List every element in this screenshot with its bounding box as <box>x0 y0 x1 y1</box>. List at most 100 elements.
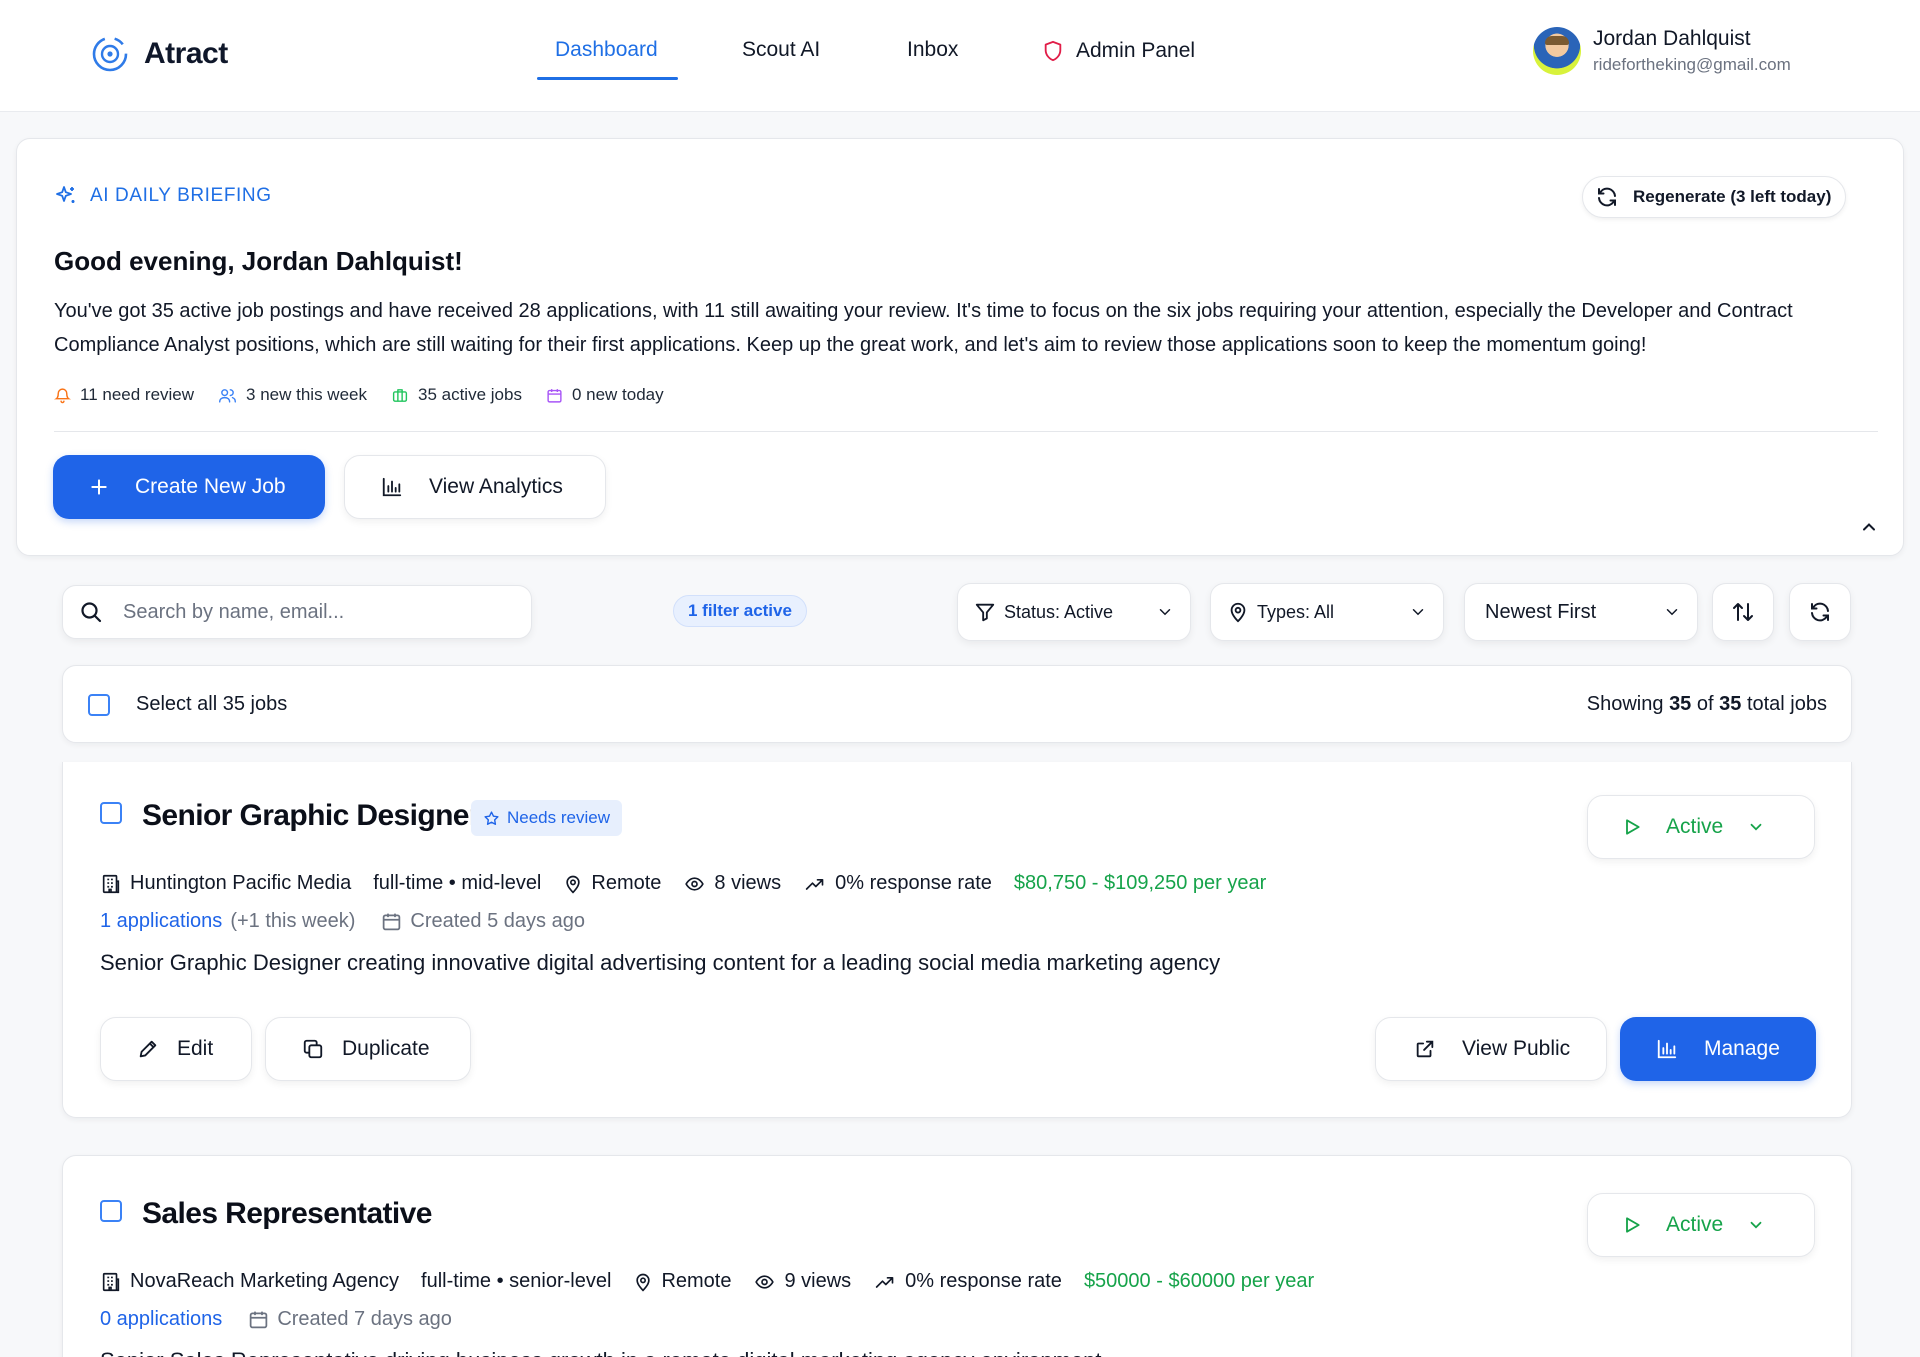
job-views: 8 views <box>683 872 781 895</box>
job-response-rate: 0% response rate <box>803 872 992 895</box>
atract-logo-icon <box>92 36 128 72</box>
user-menu[interactable]: Jordan Dahlquist ridefortheking@gmail.co… <box>1533 27 1791 75</box>
job-card: Sales Representative Active NovaReach Ma… <box>62 1155 1852 1357</box>
job-response-text: 0% response rate <box>905 1270 1062 1292</box>
briefing-divider <box>54 431 1878 432</box>
job-response-rate: 0% response rate <box>873 1270 1062 1293</box>
briefcase-icon <box>392 388 408 402</box>
eye-icon <box>685 876 705 891</box>
calendar-icon <box>250 1311 268 1329</box>
job-company-name: NovaReach Marketing Agency <box>130 1270 400 1292</box>
job-select-checkbox[interactable] <box>100 802 122 824</box>
eye-icon <box>755 1274 775 1289</box>
job-company-name: Huntington Pacific Media <box>130 872 352 894</box>
needs-review-label: Needs review <box>507 808 610 827</box>
job-created: Created 5 days ago <box>410 910 585 932</box>
building-icon <box>102 1272 120 1291</box>
select-all-label: Select all 35 jobs <box>136 693 288 715</box>
job-views-text: 9 views <box>784 1270 852 1292</box>
briefing-summary: You've got 35 active job postings and ha… <box>54 300 1793 356</box>
stat-new-week-text: 3 new this week <box>246 385 367 404</box>
map-pin-icon <box>566 875 581 893</box>
job-title[interactable]: Sales Representative <box>142 1197 432 1231</box>
view-public-button[interactable]: View Public <box>1375 1017 1607 1081</box>
job-company: NovaReach Marketing Agency <box>100 1270 399 1293</box>
job-status-dropdown[interactable]: Active <box>1587 1193 1815 1257</box>
job-applications-link[interactable]: 0 applications <box>100 1308 222 1331</box>
job-meta-row-2: 1 applications (+1 this week) Created 5 … <box>100 910 585 933</box>
job-select-checkbox[interactable] <box>100 1200 122 1222</box>
plus-icon <box>91 479 107 495</box>
brand-name: Atract <box>144 37 228 70</box>
nav-admin-panel[interactable]: Admin Panel <box>1042 39 1195 63</box>
job-salary: $80,750 - $109,250 per year <box>1013 872 1267 894</box>
chevron-down-icon <box>1159 609 1171 616</box>
job-location-text: Remote <box>591 872 662 894</box>
types-filter-dropdown[interactable]: Types: All <box>1210 583 1444 641</box>
users-icon <box>219 388 237 403</box>
job-description: Senior Sales Representative driving busi… <box>100 1348 1102 1357</box>
trending-up-icon <box>805 878 824 890</box>
search-icon <box>81 602 102 623</box>
view-analytics-button[interactable]: View Analytics <box>344 455 606 519</box>
job-views: 9 views <box>753 1270 851 1293</box>
manage-job-button[interactable]: Manage <box>1620 1017 1816 1081</box>
sparkles-icon <box>56 186 75 203</box>
refresh-icon <box>1811 602 1829 622</box>
nav-scout-ai[interactable]: Scout AI <box>742 38 820 62</box>
bar-chart-icon <box>382 477 402 497</box>
status-filter-dropdown[interactable]: Status: Active <box>957 583 1191 641</box>
bar-chart-icon <box>1657 1039 1677 1059</box>
job-created: Created 7 days ago <box>277 1308 452 1330</box>
showing-of: of <box>1696 693 1714 715</box>
edit-job-button[interactable]: Edit <box>100 1017 252 1081</box>
duplicate-job-label: Duplicate <box>342 1037 430 1060</box>
nav-dashboard[interactable]: Dashboard <box>555 38 658 62</box>
collapse-briefing-button[interactable] <box>1859 517 1879 537</box>
job-meta-row-2: 0 applications Created 7 days ago <box>100 1308 452 1331</box>
job-response-text: 0% response rate <box>835 872 992 894</box>
job-views-text: 8 views <box>714 872 782 894</box>
sort-label: Newest First <box>1485 600 1597 623</box>
stat-active-jobs-text: 35 active jobs <box>418 385 522 404</box>
nav-inbox[interactable]: Inbox <box>907 38 958 62</box>
top-navbar: Atract Dashboard Scout AI Inbox Admin Pa… <box>0 0 1920 112</box>
job-type-text: full-time • mid-level <box>373 872 542 894</box>
job-location-text: Remote <box>661 1270 732 1292</box>
stat-need-review-text: 11 need review <box>80 385 195 404</box>
showing-count: Showing 35 of 35 total jobs <box>1587 693 1827 716</box>
shield-icon <box>1044 40 1062 62</box>
regenerate-button[interactable]: Regenerate (3 left today) <box>1582 176 1847 218</box>
sort-dropdown[interactable]: Newest First <box>1464 583 1698 641</box>
refresh-icon <box>1598 187 1616 207</box>
showing-prefix: Showing <box>1586 693 1664 715</box>
job-type: full-time • mid-level <box>373 872 541 895</box>
showing-suffix: total jobs <box>1746 693 1827 715</box>
search-input[interactable] <box>123 600 503 624</box>
job-meta-row: Huntington Pacific Media full-time • mid… <box>100 872 1288 895</box>
job-title[interactable]: Senior Graphic Designer <box>142 799 481 833</box>
job-location: Remote <box>633 1270 731 1293</box>
copy-icon <box>303 1039 323 1059</box>
ai-briefing-card: AI DAILY BRIEFING Regenerate (3 left tod… <box>16 138 1904 556</box>
job-status-dropdown[interactable]: Active <box>1587 795 1815 859</box>
active-filter-badge: 1 filter active <box>673 595 807 627</box>
refresh-jobs-button[interactable] <box>1789 583 1851 641</box>
bell-icon <box>54 387 71 403</box>
job-status-label: Active <box>1666 815 1724 838</box>
select-all-checkbox[interactable] <box>88 694 110 716</box>
job-status-label: Active <box>1666 1213 1724 1236</box>
create-new-job-button[interactable]: Create New Job <box>53 455 325 519</box>
duplicate-job-button[interactable]: Duplicate <box>265 1017 471 1081</box>
job-card: Senior Graphic Designer Needs review Act… <box>62 762 1852 1118</box>
map-pin-icon <box>1230 602 1246 623</box>
job-applications-link[interactable]: 1 applications <box>100 910 222 933</box>
status-filter-label: Status: Active <box>1004 601 1114 622</box>
brand-logo[interactable]: Atract <box>90 34 228 74</box>
stat-need-review: 11 need review <box>54 385 194 405</box>
nav-active-indicator <box>537 77 678 80</box>
view-analytics-label: View Analytics <box>429 475 563 498</box>
search-box[interactable] <box>62 585 532 639</box>
job-meta-row: NovaReach Marketing Agency full-time • s… <box>100 1270 1336 1293</box>
sort-direction-button[interactable] <box>1712 583 1774 641</box>
